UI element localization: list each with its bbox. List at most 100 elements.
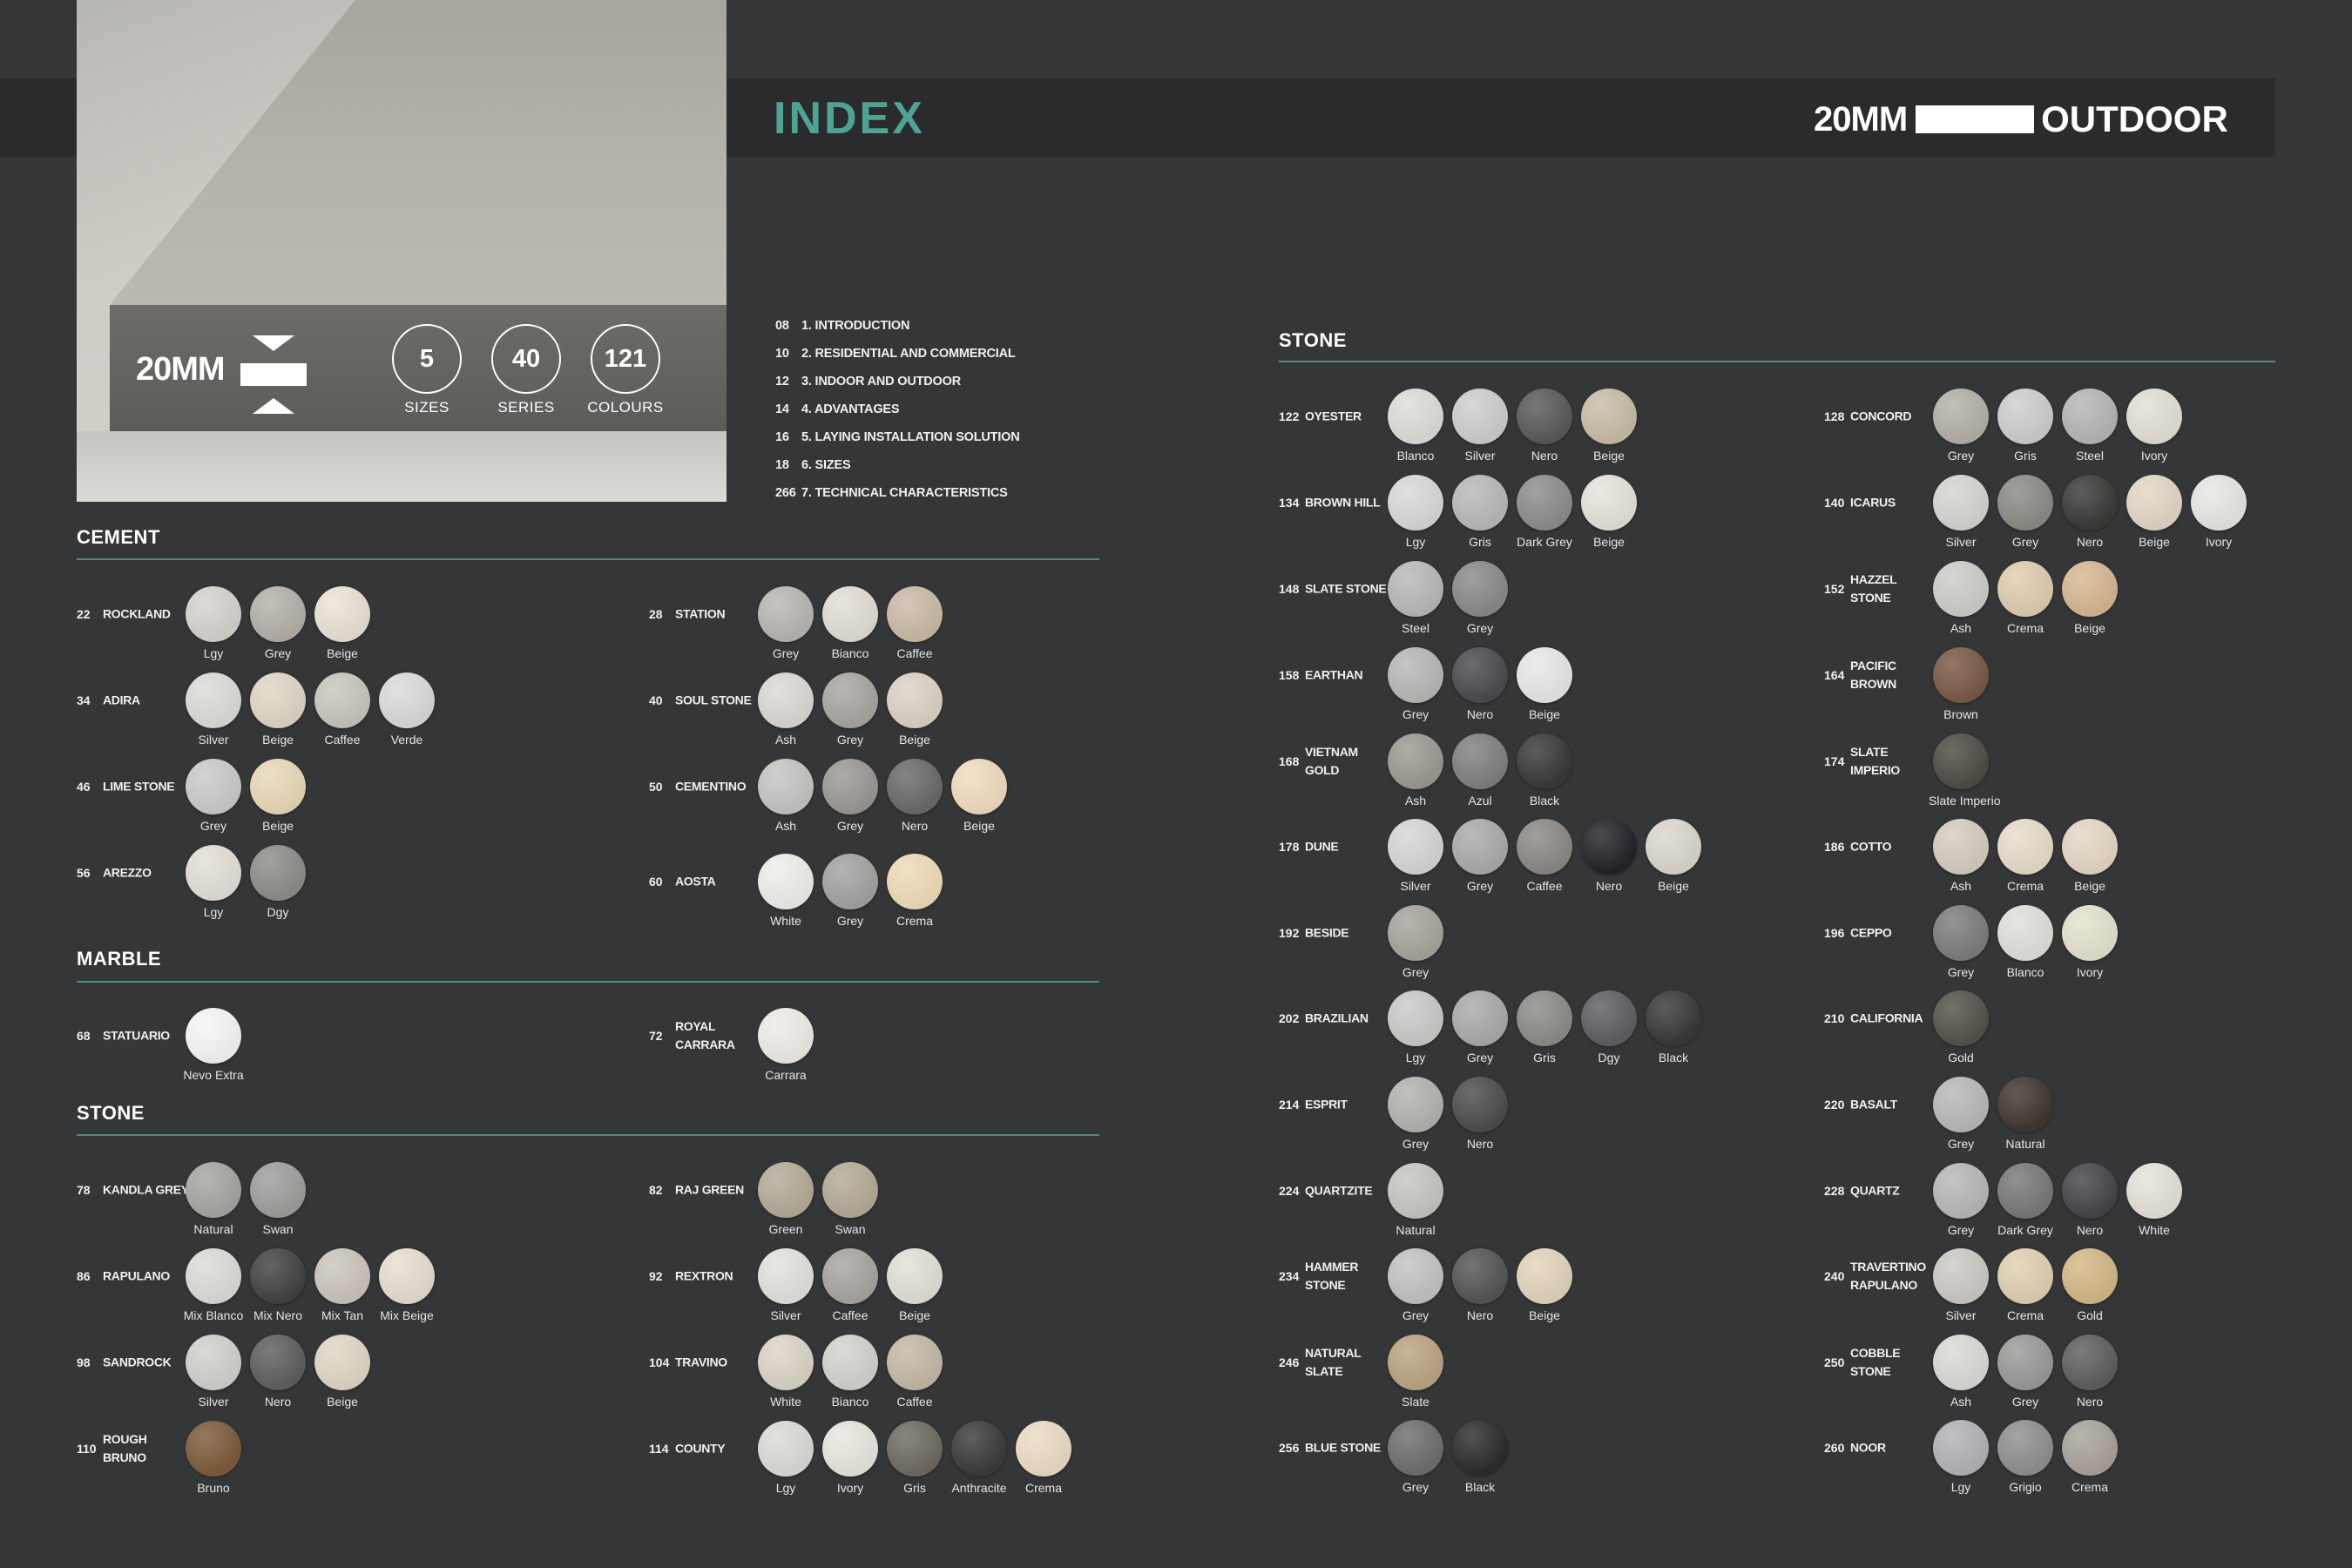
colour-swatch[interactable]: Grey <box>181 759 246 833</box>
colour-swatch[interactable]: Dgy <box>246 845 310 919</box>
colour-swatch[interactable]: Nero <box>2058 1335 2122 1409</box>
colour-swatch[interactable]: Natural <box>1383 1163 1448 1237</box>
colour-swatch[interactable]: Crema <box>1993 1248 2058 1322</box>
colour-swatch[interactable]: Nero <box>1448 647 1512 721</box>
colour-swatch[interactable]: Crema <box>1993 561 2058 635</box>
colour-swatch[interactable]: Natural <box>1993 1077 2058 1151</box>
colour-swatch[interactable]: Grey <box>246 586 310 660</box>
colour-swatch[interactable]: White <box>2122 1163 2186 1237</box>
colour-swatch[interactable]: Silver <box>181 1335 246 1409</box>
colour-swatch[interactable]: Ivory <box>2186 475 2251 549</box>
colour-swatch[interactable]: Nero <box>1448 1077 1512 1151</box>
colour-swatch[interactable]: Grey <box>1993 475 2058 549</box>
toc-item[interactable]: 14 4. ADVANTAGES <box>775 402 1020 430</box>
colour-swatch[interactable]: Swan <box>246 1162 310 1236</box>
colour-swatch[interactable]: Beige <box>310 1335 375 1409</box>
colour-swatch[interactable]: Beige <box>246 759 310 833</box>
colour-swatch[interactable]: Beige <box>1577 475 1641 549</box>
colour-swatch[interactable]: Gris <box>1993 389 2058 463</box>
colour-swatch[interactable]: Silver <box>1929 475 1993 549</box>
colour-swatch[interactable]: White <box>754 854 818 928</box>
colour-swatch[interactable]: Lgy <box>1383 990 1448 1064</box>
colour-swatch[interactable]: Silver <box>1448 389 1512 463</box>
colour-swatch[interactable]: Beige <box>1641 819 1706 893</box>
colour-swatch[interactable]: Lgy <box>1929 1420 1993 1494</box>
colour-swatch[interactable]: Grey <box>1448 990 1512 1064</box>
colour-swatch[interactable]: Grey <box>1383 1420 1448 1494</box>
colour-swatch[interactable]: Ivory <box>818 1421 882 1495</box>
colour-swatch[interactable]: Gold <box>2058 1248 2122 1322</box>
colour-swatch[interactable]: Verde <box>375 672 439 747</box>
colour-swatch[interactable]: Ash <box>754 672 818 747</box>
colour-swatch[interactable]: Blanco <box>1383 389 1448 463</box>
toc-item[interactable]: 10 2. RESIDENTIAL AND COMMERCIAL <box>775 347 1020 375</box>
colour-swatch[interactable]: Nero <box>2058 475 2122 549</box>
colour-swatch[interactable]: Dark Grey <box>1993 1163 2058 1237</box>
colour-swatch[interactable]: Swan <box>818 1162 882 1236</box>
colour-swatch[interactable]: Black <box>1641 990 1706 1064</box>
colour-swatch[interactable]: Gris <box>1448 475 1512 549</box>
colour-swatch[interactable]: Bruno <box>181 1421 246 1495</box>
colour-swatch[interactable]: Anthracite <box>947 1421 1011 1495</box>
toc-item[interactable]: 08 1. INTRODUCTION <box>775 319 1020 347</box>
colour-swatch[interactable]: Mix Nero <box>246 1248 310 1322</box>
colour-swatch[interactable]: Ivory <box>2122 389 2186 463</box>
colour-swatch[interactable]: Beige <box>2122 475 2186 549</box>
colour-swatch[interactable]: Ivory <box>2058 905 2122 979</box>
colour-swatch[interactable]: Gold <box>1929 990 1993 1064</box>
toc-item[interactable]: 18 6. SIZES <box>775 458 1020 486</box>
colour-swatch[interactable]: Caffee <box>882 586 947 660</box>
colour-swatch[interactable]: Mix Blanco <box>181 1248 246 1322</box>
colour-swatch[interactable]: Beige <box>882 1248 947 1322</box>
colour-swatch[interactable]: Carrara <box>754 1008 818 1082</box>
colour-swatch[interactable]: Caffee <box>310 672 375 747</box>
colour-swatch[interactable]: Silver <box>754 1248 818 1322</box>
colour-swatch[interactable]: Slate Imperio <box>1929 733 2000 808</box>
colour-swatch[interactable]: Ash <box>1929 1335 1993 1409</box>
colour-swatch[interactable]: Caffee <box>882 1335 947 1409</box>
toc-item[interactable]: 16 5. LAYING INSTALLATION SOLUTION <box>775 430 1020 458</box>
colour-swatch[interactable]: Grey <box>1929 1077 1993 1151</box>
colour-swatch[interactable]: Beige <box>310 586 375 660</box>
colour-swatch[interactable]: Grey <box>1993 1335 2058 1409</box>
colour-swatch[interactable]: Grey <box>818 854 882 928</box>
colour-swatch[interactable]: Ash <box>1929 819 1993 893</box>
colour-swatch[interactable]: Gris <box>882 1421 947 1495</box>
toc-item[interactable]: 266 7. TECHNICAL CHARACTERISTICS <box>775 486 1020 514</box>
colour-swatch[interactable]: Black <box>1512 733 1577 808</box>
colour-swatch[interactable]: Black <box>1448 1420 1512 1494</box>
colour-swatch[interactable]: Mix Tan <box>310 1248 375 1322</box>
colour-swatch[interactable]: Grey <box>818 672 882 747</box>
colour-swatch[interactable]: Bianco <box>818 1335 882 1409</box>
colour-swatch[interactable]: Grey <box>1929 905 1993 979</box>
colour-swatch[interactable]: Dark Grey <box>1512 475 1577 549</box>
colour-swatch[interactable]: Grigio <box>1993 1420 2058 1494</box>
toc-item[interactable]: 12 3. INDOOR AND OUTDOOR <box>775 375 1020 402</box>
colour-swatch[interactable]: Lgy <box>181 586 246 660</box>
colour-swatch[interactable]: Ash <box>1383 733 1448 808</box>
colour-swatch[interactable]: Steel <box>1383 561 1448 635</box>
colour-swatch[interactable]: Azul <box>1448 733 1512 808</box>
colour-swatch[interactable]: Dgy <box>1577 990 1641 1064</box>
colour-swatch[interactable]: Grey <box>1383 905 1448 979</box>
colour-swatch[interactable]: Nevo Extra <box>181 1008 246 1082</box>
colour-swatch[interactable]: Grey <box>1929 1163 1993 1237</box>
colour-swatch[interactable]: Beige <box>1512 1248 1577 1322</box>
colour-swatch[interactable]: Grey <box>754 586 818 660</box>
colour-swatch[interactable]: Blanco <box>1993 905 2058 979</box>
colour-swatch[interactable]: Grey <box>1383 647 1448 721</box>
colour-swatch[interactable]: Gris <box>1512 990 1577 1064</box>
colour-swatch[interactable]: Crema <box>882 854 947 928</box>
colour-swatch[interactable]: Beige <box>1577 389 1641 463</box>
colour-swatch[interactable]: Nero <box>1577 819 1641 893</box>
colour-swatch[interactable]: Green <box>754 1162 818 1236</box>
colour-swatch[interactable]: Mix Beige <box>375 1248 439 1322</box>
colour-swatch[interactable]: Nero <box>1512 389 1577 463</box>
colour-swatch[interactable]: Beige <box>2058 561 2122 635</box>
colour-swatch[interactable]: Caffee <box>818 1248 882 1322</box>
colour-swatch[interactable]: Lgy <box>1383 475 1448 549</box>
colour-swatch[interactable]: Beige <box>246 672 310 747</box>
colour-swatch[interactable]: Grey <box>1448 561 1512 635</box>
colour-swatch[interactable]: Lgy <box>754 1421 818 1495</box>
colour-swatch[interactable]: Grey <box>1448 819 1512 893</box>
